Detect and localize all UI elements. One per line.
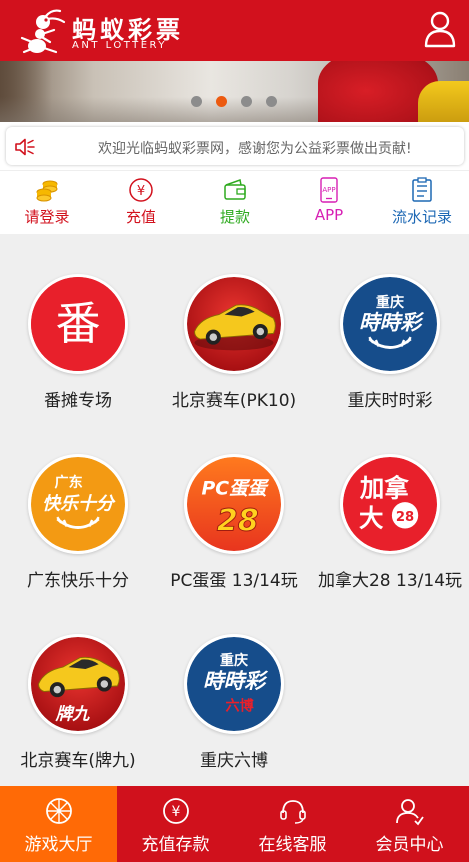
banner-dot[interactable] <box>266 96 277 107</box>
game-label: 北京赛车(PK10) <box>171 391 297 411</box>
game-label: 重庆时时彩 <box>347 391 433 411</box>
svg-text:時時彩: 時時彩 <box>359 311 424 335</box>
quick-recharge-label: 充值 <box>125 208 156 226</box>
nav-support[interactable]: 在线客服 <box>234 786 351 862</box>
game-item-fantan[interactable]: 番 番摊专场 <box>0 234 156 411</box>
notice-bar: 欢迎光临蚂蚁彩票网，感谢您为公益彩票做出贡献! <box>6 127 464 165</box>
nav-label: 在线客服 <box>258 835 327 855</box>
quick-withdraw[interactable]: 提款 <box>188 177 282 233</box>
game-item-gdklsf[interactable]: 广东 快乐十分 广东快乐十分 <box>0 414 156 591</box>
speaker-icon <box>15 138 35 156</box>
game-label: 重庆六博 <box>200 751 268 771</box>
game-item-canada28[interactable]: 加拿 大 28 加拿大28 13/14玩 <box>312 414 468 591</box>
svg-text:¥: ¥ <box>137 184 145 199</box>
banner-pagination <box>0 96 469 108</box>
sports-car-logo <box>184 274 284 374</box>
svg-text:广东: 广东 <box>55 474 83 491</box>
svg-text:牌九: 牌九 <box>54 704 90 724</box>
notice-section: 欢迎光临蚂蚁彩票网，感谢您为公益彩票做出贡献! <box>0 122 469 170</box>
game-item-cq-liubo[interactable]: 重庆 時時彩 六博 重庆六博 <box>156 594 312 771</box>
yuan-circle-icon: ¥ <box>162 798 189 824</box>
svg-text:番: 番 <box>55 297 100 350</box>
record-list-icon <box>412 177 432 202</box>
svg-text:28: 28 <box>396 510 414 525</box>
svg-text:28: 28 <box>217 503 259 538</box>
headset-icon <box>279 800 306 824</box>
app-phone-icon: APP <box>320 177 338 203</box>
fantan-logo: 番 <box>28 274 128 374</box>
svg-text:時時彩: 時時彩 <box>203 669 268 693</box>
site-logo[interactable]: 蚂蚁彩票 ANT LOTTERY <box>20 6 180 56</box>
logo-subtitle: ANT LOTTERY <box>72 40 167 51</box>
game-item-bjsc-paijiu[interactable]: 牌九 北京赛车(牌九) <box>0 594 156 771</box>
promo-banner[interactable] <box>0 61 469 122</box>
quick-menu: 请登录 ¥ 充值 提款 APP APP 流水记录 <box>0 170 469 234</box>
svg-text:¥: ¥ <box>171 804 180 820</box>
svg-text:重庆: 重庆 <box>220 652 249 669</box>
quick-records-label: 流水记录 <box>391 208 452 226</box>
quick-recharge[interactable]: ¥ 充值 <box>94 177 188 233</box>
nav-game-hall[interactable]: 游戏大厅 <box>0 786 117 862</box>
bottom-nav: 游戏大厅 ¥ 充值存款 在线客服 会员中心 <box>0 786 469 862</box>
svg-text:PC蛋蛋: PC蛋蛋 <box>201 479 269 500</box>
quick-app[interactable]: APP APP <box>282 177 376 233</box>
svg-text:六博: 六博 <box>226 697 254 714</box>
cq-liubo-logo: 重庆 時時彩 六博 <box>184 634 284 734</box>
app-page: 蚂蚁彩票 ANT LOTTERY 欢迎光临蚂蚁彩票网，感谢您为公益彩票做出贡献! <box>0 0 469 862</box>
game-item-cqssc[interactable]: 重庆 時時彩 重庆时时彩 <box>312 234 468 411</box>
canada28-logo: 加拿 大 28 <box>340 454 440 554</box>
cqssc-logo: 重庆 時時彩 <box>340 274 440 374</box>
coins-icon <box>36 180 58 202</box>
banner-dot-active[interactable] <box>216 96 227 107</box>
svg-text:快乐十分: 快乐十分 <box>42 494 116 515</box>
svg-text:重庆: 重庆 <box>376 294 405 311</box>
pcdd-logo: PC蛋蛋 28 <box>184 454 284 554</box>
game-label: 北京赛车(牌九) <box>20 751 136 771</box>
nav-label: 会员中心 <box>375 835 444 855</box>
banner-dot[interactable] <box>241 96 252 107</box>
nav-recharge[interactable]: ¥ 充值存款 <box>117 786 234 862</box>
game-label: PC蛋蛋 13/14玩 <box>170 571 298 591</box>
game-hall-icon <box>45 798 72 824</box>
quick-withdraw-label: 提款 <box>219 208 250 226</box>
ant-logo-icon <box>20 9 66 54</box>
member-icon <box>395 799 424 826</box>
svg-text:APP: APP <box>322 186 335 194</box>
svg-text:加拿: 加拿 <box>360 473 409 502</box>
yuan-circle-icon: ¥ <box>129 178 153 202</box>
nav-label: 游戏大厅 <box>24 835 93 855</box>
game-label: 加拿大28 13/14玩 <box>317 571 463 591</box>
quick-app-label: APP <box>314 206 344 224</box>
wallet-icon <box>224 179 246 200</box>
banner-dot[interactable] <box>191 96 202 107</box>
game-item-bjsc-pk10[interactable]: 北京赛车(PK10) <box>156 234 312 411</box>
game-label: 番摊专场 <box>44 391 112 411</box>
notice-text: 欢迎光临蚂蚁彩票网，感谢您为公益彩票做出贡献! <box>98 141 412 157</box>
game-item-pcdd[interactable]: PC蛋蛋 28 PC蛋蛋 13/14玩 <box>156 414 312 591</box>
quick-login-label: 请登录 <box>24 208 70 226</box>
nav-label: 充值存款 <box>141 835 210 855</box>
nav-member[interactable]: 会员中心 <box>351 786 468 862</box>
gdklsf-logo: 广东 快乐十分 <box>28 454 128 554</box>
user-icon[interactable] <box>423 10 457 48</box>
game-label: 广东快乐十分 <box>27 571 129 591</box>
sports-car-paijiu-logo: 牌九 <box>28 634 128 734</box>
quick-login[interactable]: 请登录 <box>0 177 94 233</box>
header-bar: 蚂蚁彩票 ANT LOTTERY <box>0 0 469 61</box>
svg-text:大: 大 <box>359 504 384 533</box>
quick-records[interactable]: 流水记录 <box>375 177 469 233</box>
game-grid: 番 番摊专场 北京赛车(PK10) 重庆 時時彩 重庆时时彩 广东 快乐十分 广… <box>0 234 469 786</box>
